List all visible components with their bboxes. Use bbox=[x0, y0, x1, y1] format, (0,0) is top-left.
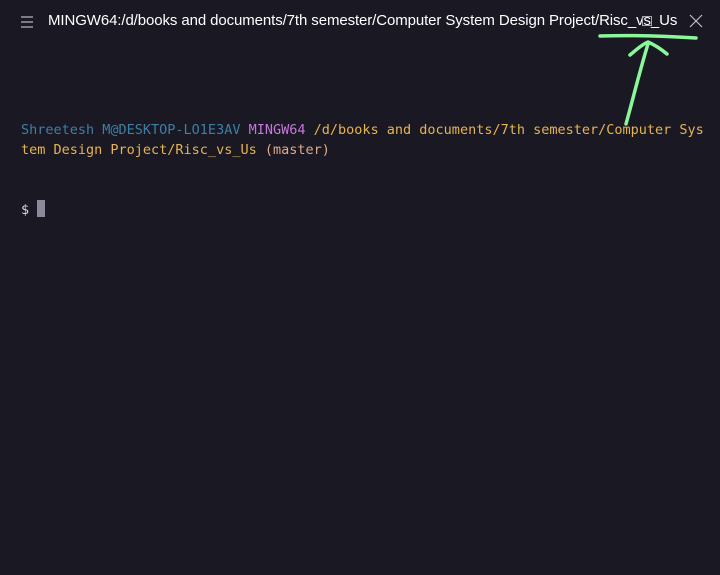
prompt-symbol: $ bbox=[21, 202, 30, 218]
hamburger-menu-icon[interactable] bbox=[18, 13, 36, 31]
prompt-line[interactable]: $ bbox=[21, 200, 711, 220]
shell-name: MINGW64 bbox=[248, 122, 306, 138]
close-icon[interactable] bbox=[688, 13, 704, 29]
user-host: Shreetesh M@DESKTOP-LO1E3AV bbox=[21, 122, 241, 138]
title-bar: MINGW64:/d/books and documents/7th semes… bbox=[0, 0, 720, 44]
restore-icon[interactable] bbox=[640, 14, 654, 28]
git-branch: (master) bbox=[264, 142, 330, 158]
terminal-output[interactable]: Shreetesh M@DESKTOP-LO1E3AV MINGW64 /d/b… bbox=[21, 80, 711, 260]
terminal-window: MINGW64:/d/books and documents/7th semes… bbox=[0, 0, 720, 575]
window-title: MINGW64:/d/books and documents/7th semes… bbox=[48, 12, 678, 29]
text-cursor bbox=[37, 200, 46, 217]
prompt-header-line: Shreetesh M@DESKTOP-LO1E3AV MINGW64 /d/b… bbox=[21, 120, 711, 160]
